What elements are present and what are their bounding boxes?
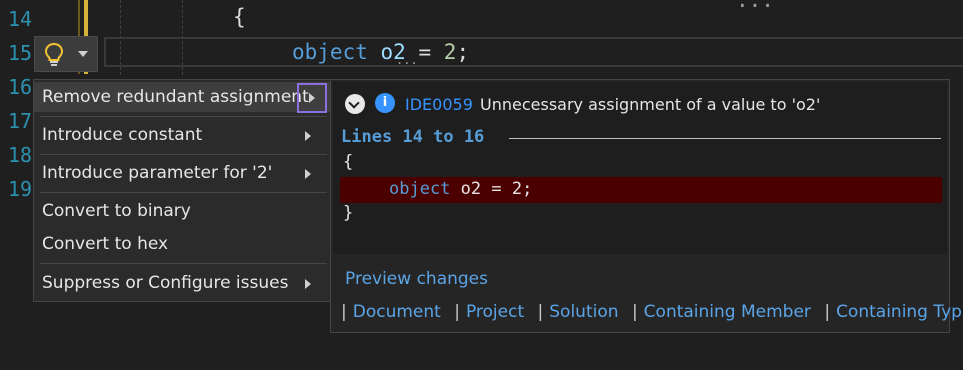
info-icon: i [375,93,395,113]
diagnostic-squiggle: ... [396,53,418,67]
code-line[interactable]: object o2 = 2; [292,40,469,64]
identifier: o2 [460,179,482,199]
menu-item-convert-to-hex[interactable]: Convert to hex [34,229,331,259]
scope-separator: | [537,302,544,322]
chevron-right-icon [305,131,311,141]
scope-separator: | [341,302,347,322]
scope-separator: | [631,302,638,322]
preview-brace-close: } [343,203,354,223]
operator: = [418,40,432,64]
code-rest: = 2; [481,179,533,199]
scope-separator: | [454,302,460,322]
diagnostic-id-link[interactable]: IDE0059 [405,95,473,114]
brace-open: { [233,5,246,29]
terminator: ; [456,40,470,64]
preview-changes-link[interactable]: Preview changes [345,269,488,289]
diagnostic-message: Unnecessary assignment of a value to 'o2… [480,95,821,114]
lightbulb-button[interactable] [34,36,98,72]
menu-separator [40,263,327,264]
preview-removed-line: object o2 = 2; [389,179,532,199]
scope-separator: | [824,302,831,322]
preview-brace-open: { [343,152,354,172]
menu-item-label: Introduce parameter for '2' [42,163,273,183]
scope-project-link[interactable]: Project [466,302,524,322]
scope-solution-link[interactable]: Solution [549,302,618,322]
top-ellipsis: ... [736,0,774,12]
chevron-right-icon [309,93,315,103]
lightbulb-icon [44,42,64,66]
menu-item-remove-redundant-assignment[interactable]: Remove redundant assignment [34,82,331,113]
header-rule [509,138,941,139]
lines-header: Lines 14 to 16 [341,127,485,147]
menu-separator [40,116,327,117]
submenu-expand-button[interactable] [297,83,327,113]
quick-actions-menu: Remove redundant assignment Introduce co… [33,79,332,302]
keyword: object [389,179,451,199]
menu-item-introduce-parameter[interactable]: Introduce parameter for '2' [34,158,331,188]
menu-item-label: Suppress or Configure issues [42,273,289,293]
menu-item-label: Convert to binary [42,201,191,221]
fix-all-scope-row: | Document | Project | Solution | Containing… [341,302,963,322]
menu-item-label: Convert to hex [42,234,169,254]
line-number: 14 [8,7,33,31]
scope-containing-member-link[interactable]: Containing Member [644,302,811,322]
menu-item-suppress-or-configure[interactable]: Suppress or Configure issues [34,268,331,298]
menu-item-label: Introduce constant [42,125,203,145]
menu-separator [40,154,327,155]
chevron-right-icon [305,169,311,179]
menu-separator [40,192,327,193]
scope-containing-type-link[interactable]: Containing Type [836,302,963,322]
current-line-highlight [104,37,963,67]
collapse-chevron-icon[interactable] [345,94,365,114]
scope-document-link[interactable]: Document [353,302,441,322]
number-literal: 2 [443,40,457,64]
menu-item-introduce-constant[interactable]: Introduce constant [34,120,331,150]
keyword: object [292,40,368,64]
chevron-right-icon [305,279,311,289]
menu-item-label: Remove redundant assignment [42,87,309,107]
chevron-down-icon [78,51,88,57]
preview-pane: i IDE0059 Unnecessary assignment of a va… [330,79,963,333]
diff-preview: i IDE0059 Unnecessary assignment of a va… [333,82,947,254]
menu-item-convert-to-binary[interactable]: Convert to binary [34,196,331,226]
